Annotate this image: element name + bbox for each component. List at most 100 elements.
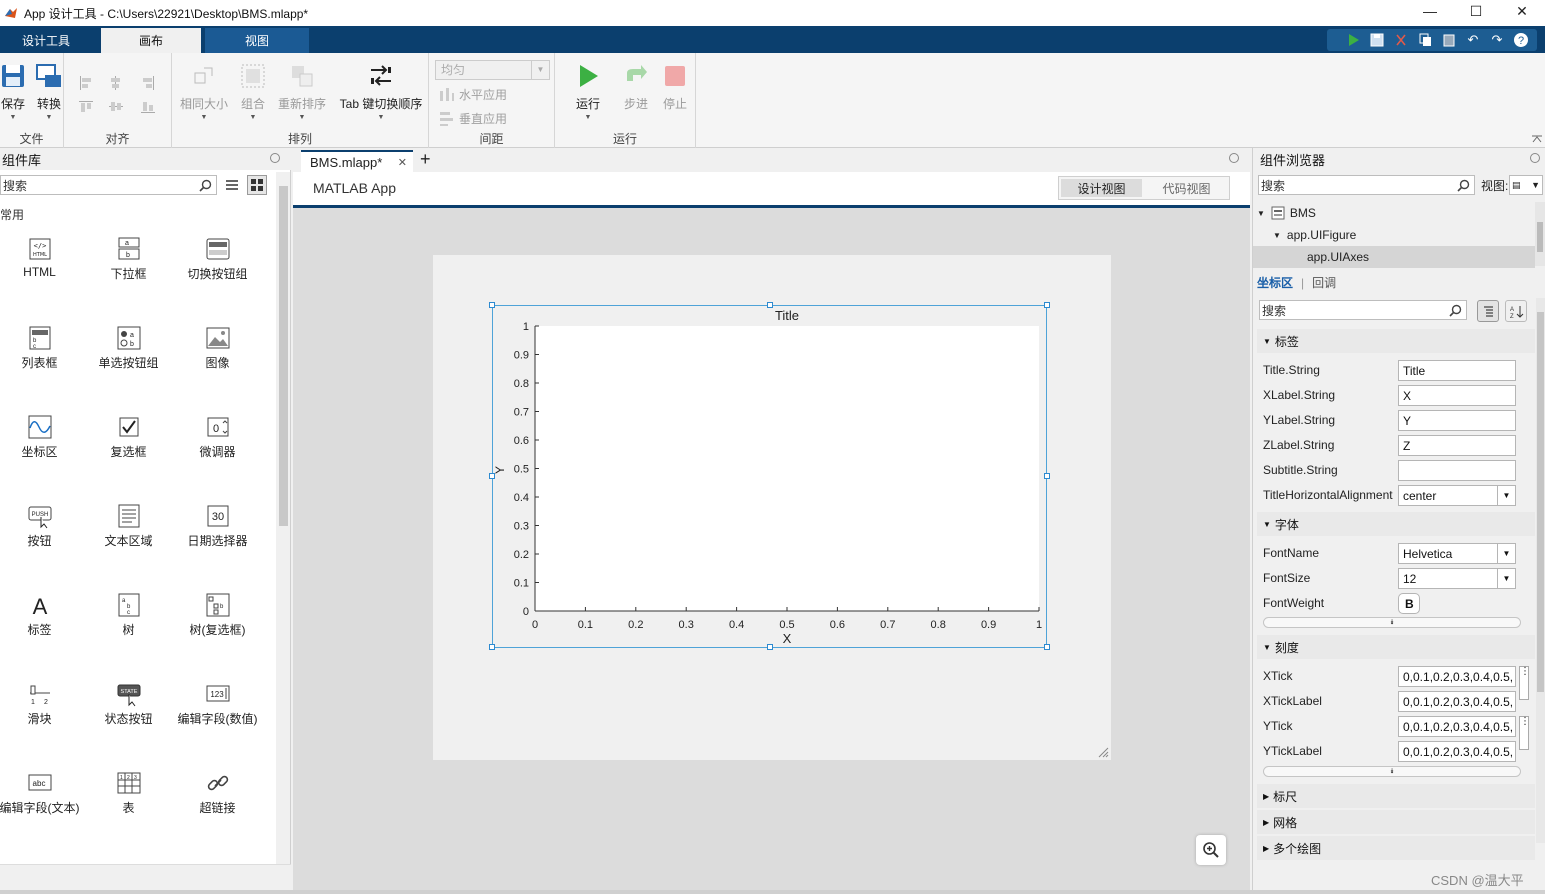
- tree-scroll-thumb[interactable]: [1537, 222, 1543, 252]
- property-field[interactable]: Y: [1398, 410, 1516, 431]
- new-tab-icon[interactable]: +: [420, 149, 431, 170]
- align-left-icon[interactable]: [78, 75, 94, 91]
- maximize-button[interactable]: ☐: [1453, 0, 1499, 22]
- redo-icon[interactable]: ↷: [1485, 30, 1509, 50]
- xtick-edit-button[interactable]: ⋮: [1519, 666, 1530, 700]
- section-font[interactable]: ▼ 字体: [1257, 512, 1535, 536]
- component-push-button[interactable]: PUSH 按钮: [0, 503, 84, 549]
- convert-button[interactable]: 转换 ▼: [34, 61, 64, 121]
- component-numeric-field[interactable]: 123 编辑字段(数值): [173, 681, 262, 727]
- section-grid[interactable]: ▶ 网格: [1257, 810, 1535, 834]
- resize-handle-n[interactable]: [767, 302, 773, 308]
- property-field[interactable]: 0,0.1,0.2,0.3,0.4,0.5,: [1398, 741, 1516, 762]
- component-toggle-button-group[interactable]: 切换按钮组: [173, 236, 262, 282]
- group-by-category-button[interactable]: [1477, 300, 1499, 322]
- cut-icon[interactable]: [1389, 30, 1413, 50]
- close-browser-icon[interactable]: [1530, 153, 1540, 163]
- align-middle-icon[interactable]: [108, 99, 124, 115]
- save-button[interactable]: 保存 ▼: [0, 61, 26, 121]
- component-slider[interactable]: 1 2 滑块: [0, 681, 84, 727]
- vertical-apply-button[interactable]: 垂直应用: [439, 110, 507, 127]
- sort-alphabetical-button[interactable]: AZ: [1505, 300, 1527, 322]
- tab-view[interactable]: 视图: [205, 28, 309, 53]
- close-button[interactable]: ✕: [1499, 0, 1545, 22]
- show-more-font-button[interactable]: ⯯: [1263, 617, 1521, 628]
- library-scroll-thumb[interactable]: [279, 186, 288, 526]
- group-button[interactable]: 组合 ▼: [234, 61, 272, 121]
- reorder-button[interactable]: 重新排序 ▼: [276, 61, 328, 121]
- resize-handle-se[interactable]: [1044, 644, 1050, 650]
- property-dropdown[interactable]: 12 ▼: [1398, 568, 1516, 589]
- spacing-select[interactable]: 均匀 ▼: [435, 60, 550, 80]
- library-scrollbar[interactable]: [276, 172, 290, 864]
- figure-resize-grip-icon[interactable]: [1097, 746, 1109, 758]
- section-multiple-plots[interactable]: ▶ 多个绘图: [1257, 836, 1535, 860]
- run-button[interactable]: 运行 ▼: [571, 61, 605, 121]
- document-tab[interactable]: BMS.mlapp* ✕: [301, 150, 413, 172]
- copy-icon[interactable]: [1413, 30, 1437, 50]
- step-button[interactable]: 步进: [621, 61, 651, 112]
- property-field[interactable]: [1398, 460, 1516, 481]
- help-icon[interactable]: ?: [1509, 30, 1533, 50]
- library-hscroll[interactable]: [0, 864, 291, 890]
- align-top-icon[interactable]: [78, 99, 94, 115]
- section-ticks[interactable]: ▼ 刻度: [1257, 635, 1535, 659]
- align-center-icon[interactable]: [108, 75, 124, 91]
- resize-handle-sw[interactable]: [489, 644, 495, 650]
- ui-figure[interactable]: Title X Y 0 0.1 0.2 0.3 0.4 0.5 0.6 0.7 0.8 0.9 1 0…: [433, 255, 1111, 760]
- bold-toggle-button[interactable]: B: [1398, 593, 1420, 614]
- view-select[interactable]: ▤ ▼: [1509, 175, 1543, 195]
- component-table[interactable]: 123 表: [84, 770, 173, 816]
- resize-handle-ne[interactable]: [1044, 302, 1050, 308]
- property-search-input[interactable]: 搜索: [1259, 300, 1467, 320]
- list-view-icon[interactable]: [225, 179, 239, 191]
- tree-scrollbar[interactable]: [1535, 202, 1545, 266]
- grid-view-button[interactable]: [247, 175, 267, 195]
- library-search-input[interactable]: 搜索: [0, 175, 217, 195]
- tab-designer[interactable]: 设计工具: [0, 28, 92, 53]
- same-size-button[interactable]: 相同大小 ▼: [178, 61, 230, 121]
- property-field[interactable]: 0,0.1,0.2,0.3,0.4,0.5,: [1398, 716, 1516, 737]
- horizontal-apply-button[interactable]: 水平应用: [439, 86, 507, 103]
- show-more-ticks-button[interactable]: ⯯: [1263, 766, 1521, 777]
- tab-properties[interactable]: 坐标区: [1257, 274, 1293, 291]
- browser-search-input[interactable]: 搜索: [1258, 175, 1475, 195]
- component-label[interactable]: A 标签: [0, 592, 84, 638]
- component-date-picker[interactable]: 30 日期选择器: [173, 503, 262, 549]
- component-axes[interactable]: 坐标区: [0, 414, 84, 460]
- property-field[interactable]: Z: [1398, 435, 1516, 456]
- tab-callbacks[interactable]: 回调: [1312, 274, 1336, 291]
- zoom-button[interactable]: [1196, 835, 1226, 865]
- component-html[interactable]: </> HTML HTML: [0, 236, 84, 279]
- tab-canvas[interactable]: 画布: [101, 28, 201, 53]
- component-text-field[interactable]: abc 编辑字段(文本): [0, 770, 84, 816]
- collapse-toolstrip-icon[interactable]: [1532, 135, 1542, 143]
- resize-handle-w[interactable]: [489, 473, 495, 479]
- component-checkbox-tree[interactable]: b 树(复选框): [173, 592, 262, 638]
- component-dropdown[interactable]: a b 下拉框: [84, 236, 173, 282]
- component-checkbox[interactable]: 复选框: [84, 414, 173, 460]
- properties-scroll-thumb[interactable]: [1537, 312, 1544, 692]
- property-field[interactable]: 0,0.1,0.2,0.3,0.4,0.5,: [1398, 691, 1516, 712]
- tree-item-bms[interactable]: ▼ BMS: [1257, 202, 1535, 224]
- ytick-edit-button[interactable]: ⋮: [1519, 716, 1530, 750]
- component-listbox[interactable]: b c 列表框: [0, 325, 84, 371]
- minimize-button[interactable]: —: [1407, 0, 1453, 22]
- design-view-button[interactable]: 设计视图: [1061, 179, 1142, 197]
- ui-axes[interactable]: Title X Y 0 0.1 0.2 0.3 0.4 0.5 0.6 0.7 0.8 0.9 1 0…: [489, 302, 1050, 650]
- property-dropdown[interactable]: Helvetica ▼: [1398, 543, 1516, 564]
- component-image[interactable]: 图像: [173, 325, 262, 371]
- component-state-button[interactable]: STATE 状态按钮: [84, 681, 173, 727]
- run-icon[interactable]: [1341, 30, 1365, 50]
- tree-item-uiaxes[interactable]: app.UIAxes: [1253, 246, 1535, 268]
- align-bottom-icon[interactable]: [140, 99, 156, 115]
- properties-scrollbar[interactable]: [1536, 298, 1545, 843]
- component-radio-button-group[interactable]: a b 单选按钮组: [84, 325, 173, 371]
- align-right-icon[interactable]: [140, 75, 156, 91]
- component-text-area[interactable]: 文本区域: [84, 503, 173, 549]
- paste-icon[interactable]: [1437, 30, 1461, 50]
- tree-item-uifigure[interactable]: ▼ app.UIFigure: [1273, 224, 1535, 246]
- resize-handle-s[interactable]: [767, 644, 773, 650]
- component-hyperlink[interactable]: 超链接: [173, 770, 262, 816]
- code-view-button[interactable]: 代码视图: [1146, 179, 1227, 197]
